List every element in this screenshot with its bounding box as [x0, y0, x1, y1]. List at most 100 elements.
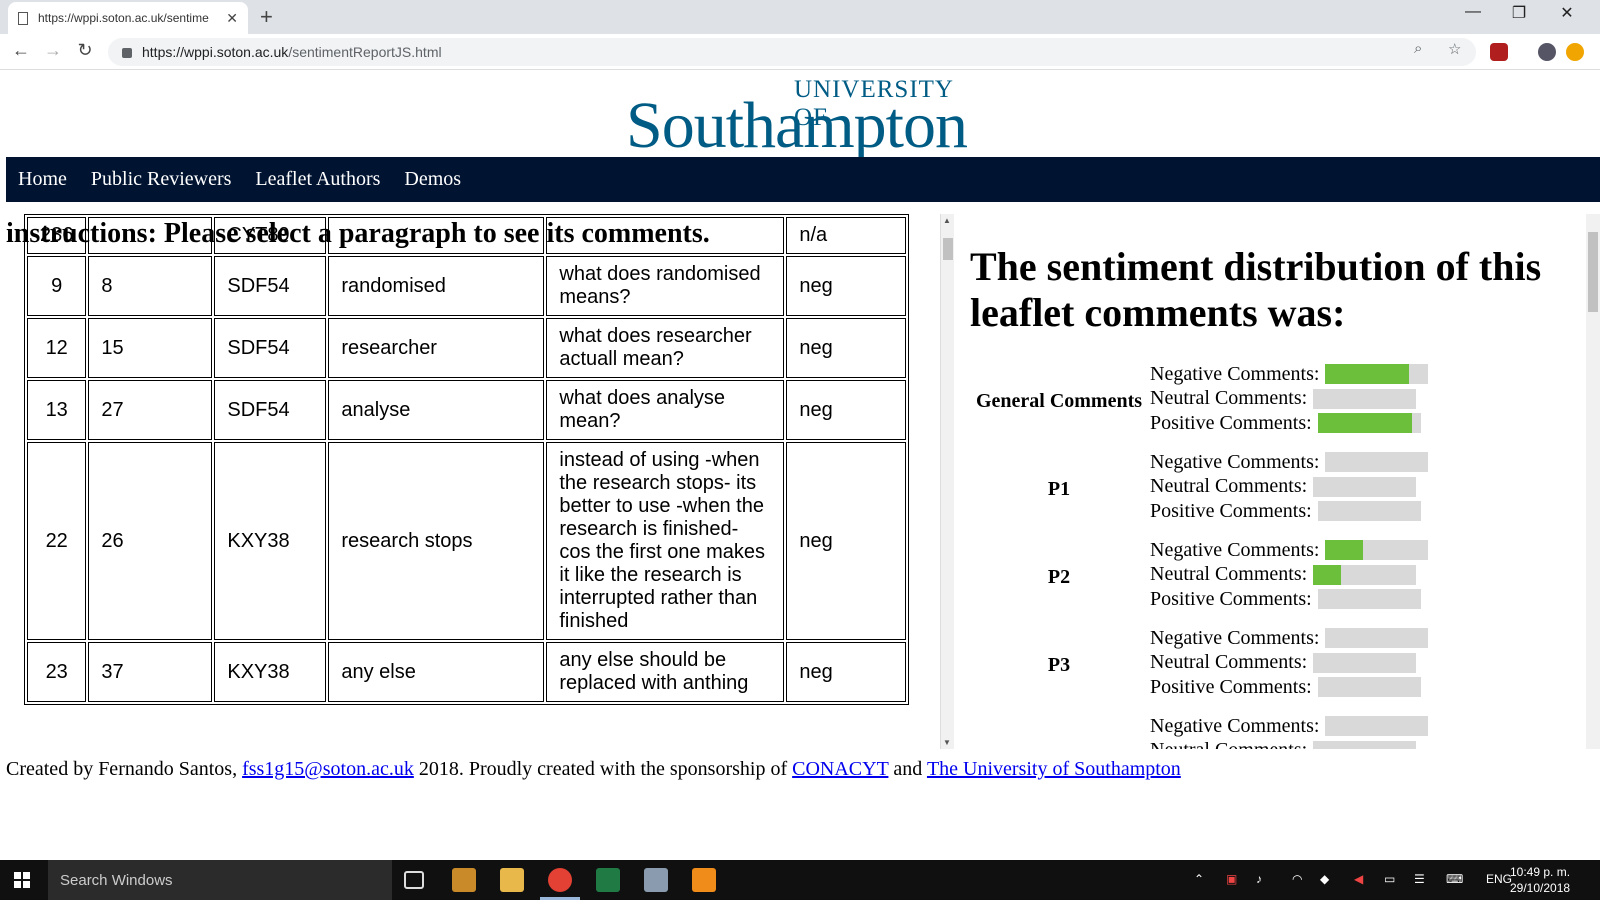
tray-alert-icon[interactable]: ◀ [1354, 872, 1363, 886]
neutral-comments-row: Neutral Comments: [1150, 651, 1417, 675]
neutral-comments-label: Neutral Comments: [1150, 563, 1308, 585]
keyboard-icon[interactable]: ⌨ [1446, 872, 1463, 886]
table-row[interactable]: 22 26 KXY38 research stops instead of using … [27, 442, 907, 640]
pdf-app-icon[interactable] [692, 868, 716, 892]
sentiment-label-cell: neg [786, 380, 907, 440]
reload-button[interactable]: ↻ [72, 40, 98, 61]
comment-text-cell: any else should be replaced with anthing [546, 642, 785, 702]
taskbar-search[interactable]: Search Windows [48, 860, 392, 900]
positive-comments-bar-fill [1317, 413, 1413, 433]
negative-comments-row: Negative Comments: [1150, 626, 1429, 650]
chrome-icon[interactable] [548, 868, 572, 892]
table-row[interactable]: 12 15 SDF54 researcher what does researcher … [27, 318, 907, 378]
positive-comments-label: Positive Comments: [1150, 411, 1312, 434]
volume-icon[interactable]: ♪ [1256, 872, 1262, 886]
neutral-comments-label: Neutral Comments: [1150, 475, 1308, 497]
page-scrollbar[interactable] [1586, 214, 1600, 749]
maximize-button[interactable]: ❐ [1496, 3, 1542, 23]
selected-text-cell: researcher [328, 318, 545, 378]
tray-acrobat-icon[interactable]: ▣ [1226, 872, 1237, 886]
negative-comments-bar [1325, 540, 1429, 560]
positive-comments-row: Positive Comments: [1150, 675, 1421, 699]
reviewer-id-cell: SDF54 [214, 318, 327, 378]
negative-comments-row: Negative Comments: [1150, 450, 1429, 474]
sublime-text-icon[interactable] [452, 868, 476, 892]
clock-time: 10:49 p. m. [1510, 865, 1571, 879]
nav-leaflet-authors[interactable]: Leaflet Authors [255, 168, 380, 191]
app-icon[interactable] [644, 868, 668, 892]
nav-demos[interactable]: Demos [404, 168, 461, 191]
system-clock[interactable]: 10:49 p. m. 29/10/2018 [1510, 864, 1570, 896]
tray-chevron-icon[interactable]: ⌃ [1194, 872, 1204, 886]
reviewer-id-cell: KXY38 [214, 442, 327, 640]
comments-table: 236 CYT89 n/a 9 8 SDF54 randomised what does ra… [24, 214, 910, 705]
battery-icon[interactable]: ▭ [1384, 872, 1395, 886]
scrollbar-thumb[interactable] [1588, 232, 1598, 312]
neutral-comments-row: Neutral Comments: [1150, 387, 1417, 411]
negative-comments-bar-fill [1325, 364, 1409, 384]
zoom-icon[interactable]: ⌕ [1414, 40, 1422, 57]
table-row[interactable]: 236 CYT89 n/a [27, 217, 907, 254]
browser-tab[interactable]: https://wppi.soton.ac.uk/sentime ✕ [8, 2, 248, 34]
sentiment-heading: The sentiment distribution of this leafl… [970, 244, 1542, 335]
address-bar[interactable]: https://wppi.soton.ac.uk/sentimentReport… [108, 38, 1476, 66]
comment-text-cell: what does randomised means? [546, 256, 785, 316]
paragraph-number-cell [88, 217, 213, 254]
windows-start-icon[interactable] [14, 872, 30, 888]
scroll-up-icon[interactable]: ▲ [943, 216, 951, 225]
negative-comments-bar-fill [1325, 540, 1364, 560]
language-indicator[interactable]: ENG [1486, 872, 1512, 886]
sentiment-group: P1 Negative Comments: Neutral Comments: Pos… [970, 450, 1490, 530]
new-tab-button[interactable]: + [260, 4, 273, 30]
main-navbar: Home Public Reviewers Leaflet Authors De… [6, 157, 1600, 202]
neutral-comments-row: Neutral Comments: [1150, 475, 1417, 499]
conacyt-link[interactable]: CONACYT [792, 758, 888, 780]
sentiment-group: General Comments Negative Comments: Neutra… [970, 362, 1490, 442]
scroll-down-icon[interactable]: ▼ [943, 738, 951, 747]
task-view-icon[interactable] [404, 871, 424, 889]
reviewer-id-cell: SDF54 [214, 256, 327, 316]
negative-comments-label: Negative Comments: [1150, 362, 1320, 385]
footer: Created by Fernando Santos, fss1g15@soto… [6, 758, 1181, 781]
profile-avatar[interactable] [1538, 43, 1556, 61]
wifi-icon[interactable]: ◠ [1292, 872, 1302, 886]
tab-close-icon[interactable]: ✕ [226, 10, 238, 27]
notification-icon[interactable]: ☰ [1414, 872, 1425, 886]
nav-public-reviewers[interactable]: Public Reviewers [91, 168, 232, 191]
footer-and: and [893, 758, 923, 780]
table-row[interactable]: 23 37 KXY38 any else any else should be repl… [27, 642, 907, 702]
neutral-comments-bar-fill [1313, 564, 1341, 585]
excel-icon[interactable] [596, 868, 620, 892]
footer-email-link[interactable]: fss1g15@soton.ac.uk [242, 758, 414, 780]
university-link[interactable]: The University of Southampton [927, 758, 1181, 780]
dropbox-icon[interactable]: ◆ [1320, 872, 1329, 886]
lock-icon [122, 48, 132, 58]
negative-comments-bar [1325, 364, 1429, 384]
back-button[interactable]: ← [8, 40, 34, 61]
table-scrollbar[interactable]: ▲ ▼ [940, 214, 954, 749]
positive-comments-bar [1317, 589, 1421, 609]
update-icon[interactable] [1566, 43, 1584, 61]
negative-comments-bar [1325, 716, 1429, 736]
neutral-comments-bar [1313, 564, 1417, 585]
table-row[interactable]: 9 8 SDF54 randomised what does randomised me… [27, 256, 907, 316]
scrollbar-thumb[interactable] [943, 238, 953, 260]
selected-text-cell: randomised [328, 256, 545, 316]
neutral-comments-row: Neutral Comments: [1150, 739, 1417, 749]
positive-comments-row: Positive Comments: [1150, 411, 1421, 435]
positive-comments-row: Positive Comments: [1150, 499, 1421, 523]
forward-button[interactable]: → [40, 40, 66, 61]
close-window-button[interactable]: ✕ [1544, 3, 1590, 23]
neutral-comments-label: Neutral Comments: [1150, 387, 1308, 409]
ublock-extension-icon[interactable] [1490, 43, 1508, 61]
bookmark-star-icon[interactable]: ☆ [1448, 40, 1461, 58]
sentiment-label-cell: neg [786, 318, 907, 378]
minimize-button[interactable]: — [1450, 3, 1496, 21]
negative-comments-row: Negative Comments: [1150, 714, 1429, 738]
university-logo[interactable]: UNIVERSITY OF Southampton [626, 74, 986, 162]
file-explorer-icon[interactable] [500, 868, 524, 892]
sentiment-panel: The sentiment distribution of this leafl… [960, 214, 1580, 749]
table-row[interactable]: 13 27 SDF54 analyse what does analyse mean? n… [27, 380, 907, 440]
positive-comments-label: Positive Comments: [1150, 587, 1312, 610]
nav-home[interactable]: Home [18, 168, 67, 191]
